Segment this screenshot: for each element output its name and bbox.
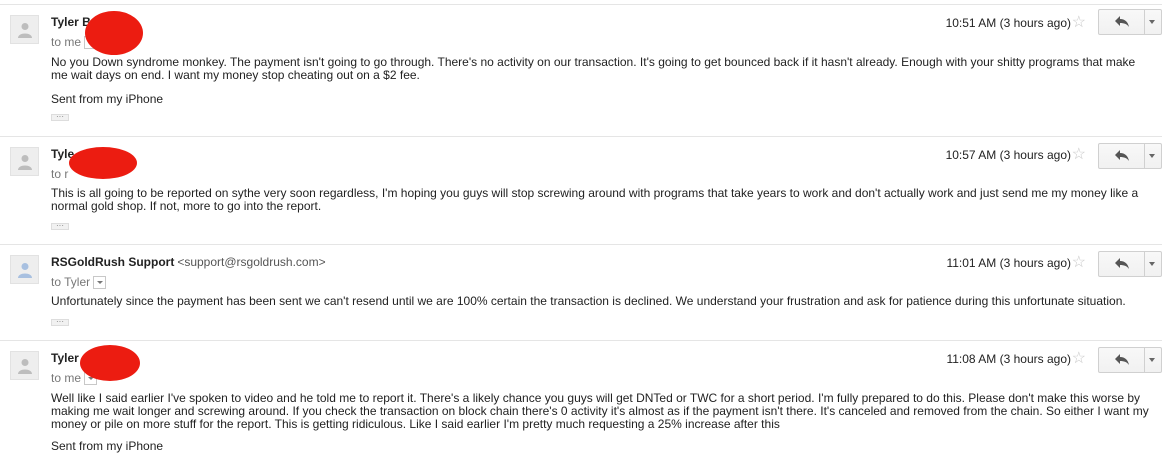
sender-display-name: RSGoldRush Support: [51, 255, 175, 269]
message-signature: Sent from my iPhone: [51, 92, 164, 106]
message-time: 10:51 AM (3 hours ago): [945, 16, 1071, 30]
avatar: [10, 15, 39, 44]
star-icon[interactable]: ☆: [1072, 12, 1086, 32]
message-4[interactable]: Tyler to me 11:08 AM (3 hours ago) ☆ Wel…: [0, 340, 1162, 453]
message-time: 11:01 AM (3 hours ago): [946, 256, 1071, 270]
recipient-text: to r: [51, 167, 69, 181]
star-icon[interactable]: ☆: [1072, 144, 1086, 164]
more-options-button[interactable]: [1143, 252, 1161, 276]
avatar: [10, 351, 39, 380]
sender-email: <support@rsgoldrush.com>: [177, 255, 326, 269]
more-options-button[interactable]: [1143, 10, 1161, 34]
recipient-text: to Tyler: [51, 275, 91, 289]
message-2[interactable]: Tyle to r 10:57 AM (3 hours ago) ☆ This …: [0, 136, 1162, 245]
person-icon: [18, 23, 32, 38]
redaction-mark: [69, 147, 137, 179]
redaction-mark: [80, 345, 140, 381]
person-icon: [18, 359, 32, 374]
recipient-text: to me: [51, 35, 82, 49]
reply-button[interactable]: [1099, 10, 1145, 34]
reply-arrow-icon: [1115, 354, 1129, 365]
reply-button-group: [1098, 251, 1162, 277]
message-3[interactable]: RSGoldRush Support <support@rsgoldrush.co…: [0, 244, 1162, 341]
reply-arrow-icon: [1115, 150, 1129, 161]
person-icon: [18, 263, 32, 278]
show-trimmed-content-button[interactable]: ···: [51, 222, 69, 230]
recipient-line: to Tyler: [51, 275, 107, 290]
message-1[interactable]: Tyler B to me 10:51 AM (3 hours ago) ☆ N…: [0, 4, 1162, 137]
sender-name[interactable]: Tyler: [51, 351, 79, 365]
star-icon[interactable]: ☆: [1072, 252, 1086, 272]
show-trimmed-content-button[interactable]: ···: [51, 113, 69, 121]
avatar: [10, 147, 39, 176]
email-thread: Tyler B to me 10:51 AM (3 hours ago) ☆ N…: [0, 0, 1169, 453]
message-time: 10:57 AM (3 hours ago): [945, 148, 1071, 162]
message-body: Unfortunately since the payment has been…: [51, 294, 1126, 308]
more-options-button[interactable]: [1143, 144, 1161, 168]
recipient-details-toggle[interactable]: [93, 276, 107, 290]
recipient-line: to r: [51, 167, 68, 181]
person-icon: [18, 155, 32, 170]
redaction-mark: [85, 11, 143, 55]
reply-button[interactable]: [1099, 252, 1145, 276]
show-trimmed-content-button[interactable]: ···: [51, 318, 69, 326]
reply-button[interactable]: [1099, 144, 1145, 168]
reply-arrow-icon: [1115, 16, 1129, 27]
more-options-button[interactable]: [1143, 348, 1161, 372]
message-time: 11:08 AM (3 hours ago): [946, 352, 1071, 366]
reply-button[interactable]: [1099, 348, 1145, 372]
message-body: No you Down syndrome monkey. The payment…: [51, 55, 1136, 82]
message-body: Well like I said earlier I've spoken to …: [51, 391, 1149, 431]
reply-button-group: [1098, 143, 1162, 169]
recipient-text: to me: [51, 371, 82, 385]
message-signature: Sent from my iPhone: [51, 439, 164, 453]
sender-name[interactable]: RSGoldRush Support <support@rsgoldrush.co…: [51, 255, 326, 269]
reply-button-group: [1098, 347, 1162, 373]
avatar: [10, 255, 39, 284]
star-icon[interactable]: ☆: [1072, 348, 1086, 368]
reply-button-group: [1098, 9, 1162, 35]
message-body: This is all going to be reported on syth…: [51, 186, 1139, 213]
reply-arrow-icon: [1115, 258, 1129, 269]
